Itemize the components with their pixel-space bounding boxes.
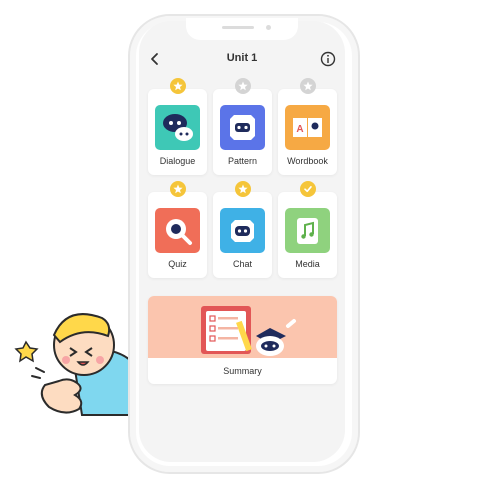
page-title: Unit 1 — [226, 52, 258, 64]
star-icon — [238, 184, 248, 194]
lesson-card-chat[interactable]: Chat — [213, 192, 272, 278]
lesson-card-wordbook[interactable]: A Wordbook — [278, 89, 337, 175]
pattern-thumbnail — [220, 105, 265, 150]
star-icon — [173, 81, 183, 91]
back-arrow-icon[interactable] — [147, 51, 163, 67]
summary-card[interactable]: Summary — [148, 296, 337, 384]
star-icon — [303, 81, 313, 91]
media-thumbnail — [285, 208, 330, 253]
lesson-card-quiz[interactable]: Quiz — [148, 192, 207, 278]
camera-dot — [266, 25, 271, 30]
info-icon[interactable] — [320, 51, 336, 67]
star-badge — [300, 78, 316, 94]
card-label: Pattern — [227, 156, 258, 166]
wordbook-thumbnail: A — [285, 105, 330, 150]
book-icon: A — [293, 118, 322, 137]
check-icon — [304, 186, 312, 193]
checklist-robot-illustration — [201, 306, 296, 356]
chat-bubbles-icon — [163, 114, 193, 141]
phone-notch — [186, 18, 298, 40]
kid-illustration — [14, 313, 131, 416]
star-badge — [235, 181, 251, 197]
quiz-thumbnail — [155, 208, 200, 253]
summary-banner — [148, 296, 337, 358]
check-badge — [300, 181, 316, 197]
card-label: Quiz — [168, 259, 187, 269]
magnifier-icon — [166, 219, 192, 245]
card-label: Dialogue — [159, 156, 196, 166]
chat-thumbnail — [220, 208, 265, 253]
star-icon — [238, 81, 248, 91]
summary-label: Summary — [223, 366, 262, 376]
lesson-card-media[interactable]: Media — [278, 192, 337, 278]
star-badge — [170, 181, 186, 197]
speaker-grille — [222, 26, 254, 29]
card-label: Media — [295, 259, 320, 269]
robot-face-icon — [230, 115, 255, 140]
lesson-card-pattern[interactable]: Pattern — [213, 89, 272, 175]
star-badge — [170, 78, 186, 94]
music-note-icon — [297, 218, 318, 244]
star-badge — [235, 78, 251, 94]
card-label: Chat — [232, 259, 252, 269]
card-label: Wordbook — [287, 156, 328, 166]
robot-face-icon — [231, 220, 254, 242]
dialogue-thumbnail — [155, 105, 200, 150]
svg-text:A: A — [296, 124, 303, 135]
star-icon — [173, 184, 183, 194]
lesson-card-dialogue[interactable]: Dialogue — [148, 89, 207, 175]
